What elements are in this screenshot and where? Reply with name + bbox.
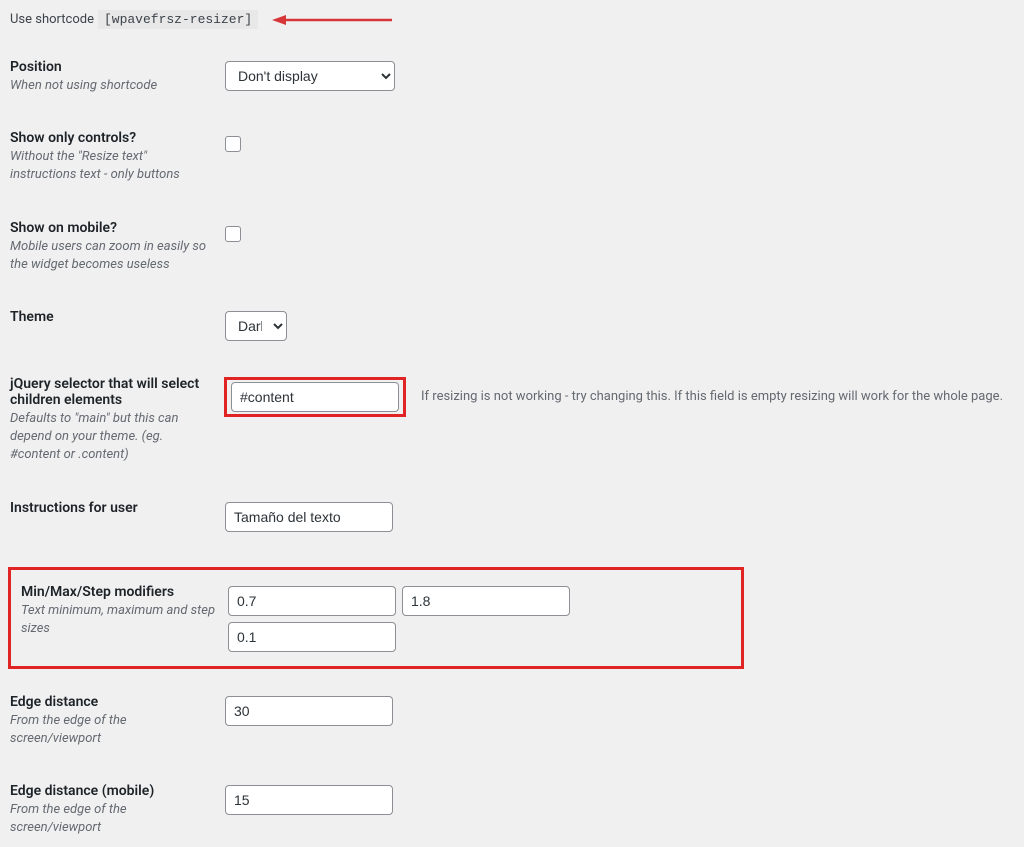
edge-input[interactable] bbox=[225, 696, 393, 726]
max-input[interactable] bbox=[402, 586, 570, 616]
minmaxstep-highlight: Min/Max/Step modifiers Text minimum, max… bbox=[8, 567, 744, 669]
shortcode-label: Use shortcode bbox=[10, 12, 94, 27]
row-selector: jQuery selector that will select childre… bbox=[10, 376, 1014, 465]
show-only-controls-checkbox[interactable] bbox=[225, 136, 241, 152]
shortcode-code: [wpavefrsz-resizer] bbox=[98, 10, 258, 29]
arrow-annotation-icon bbox=[272, 13, 392, 27]
edge-mobile-input[interactable] bbox=[225, 785, 393, 815]
selector-label: jQuery selector that will select childre… bbox=[10, 376, 215, 408]
minmaxstep-desc: Text minimum, maximum and step sizes bbox=[21, 602, 218, 638]
min-input[interactable] bbox=[228, 586, 396, 616]
row-minmaxstep: Min/Max/Step modifiers Text minimum, max… bbox=[11, 584, 731, 652]
instructions-label: Instructions for user bbox=[10, 500, 215, 516]
row-edge-distance: Edge distance From the edge of the scree… bbox=[10, 694, 1014, 748]
step-input[interactable] bbox=[228, 622, 396, 652]
selector-desc: Defaults to "main" but this can depend o… bbox=[10, 410, 215, 465]
shortcode-row: Use shortcode [wpavefrsz-resizer] bbox=[10, 10, 1014, 29]
instructions-input[interactable] bbox=[225, 502, 393, 532]
row-show-on-mobile: Show on mobile? Mobile users can zoom in… bbox=[10, 220, 1014, 274]
settings-form: Position When not using shortcode Don't … bbox=[10, 59, 1014, 837]
selector-highlight bbox=[225, 378, 405, 416]
edge-mobile-desc: From the edge of the screen/viewport bbox=[10, 801, 215, 837]
theme-select[interactable]: Dark bbox=[225, 311, 287, 341]
position-select[interactable]: Don't display bbox=[225, 61, 395, 91]
row-theme: Theme Dark bbox=[10, 309, 1014, 341]
row-instructions: Instructions for user bbox=[10, 500, 1014, 532]
show-on-mobile-label: Show on mobile? bbox=[10, 220, 215, 236]
edge-label: Edge distance bbox=[10, 694, 215, 710]
position-label: Position bbox=[10, 59, 215, 75]
row-show-only-controls: Show only controls? Without the "Resize … bbox=[10, 130, 1014, 184]
edge-desc: From the edge of the screen/viewport bbox=[10, 712, 215, 748]
edge-mobile-label: Edge distance (mobile) bbox=[10, 783, 215, 799]
selector-help: If resizing is not working - try changin… bbox=[421, 389, 1003, 404]
selector-input[interactable] bbox=[231, 382, 399, 412]
position-desc: When not using shortcode bbox=[10, 77, 215, 95]
show-only-controls-label: Show only controls? bbox=[10, 130, 215, 146]
row-edge-distance-mobile: Edge distance (mobile) From the edge of … bbox=[10, 783, 1014, 837]
show-on-mobile-checkbox[interactable] bbox=[225, 226, 241, 242]
show-on-mobile-desc: Mobile users can zoom in easily so the w… bbox=[10, 238, 215, 274]
theme-label: Theme bbox=[10, 309, 215, 325]
minmaxstep-label: Min/Max/Step modifiers bbox=[21, 584, 218, 600]
show-only-controls-desc: Without the "Resize text" instructions t… bbox=[10, 148, 215, 184]
row-position: Position When not using shortcode Don't … bbox=[10, 59, 1014, 95]
